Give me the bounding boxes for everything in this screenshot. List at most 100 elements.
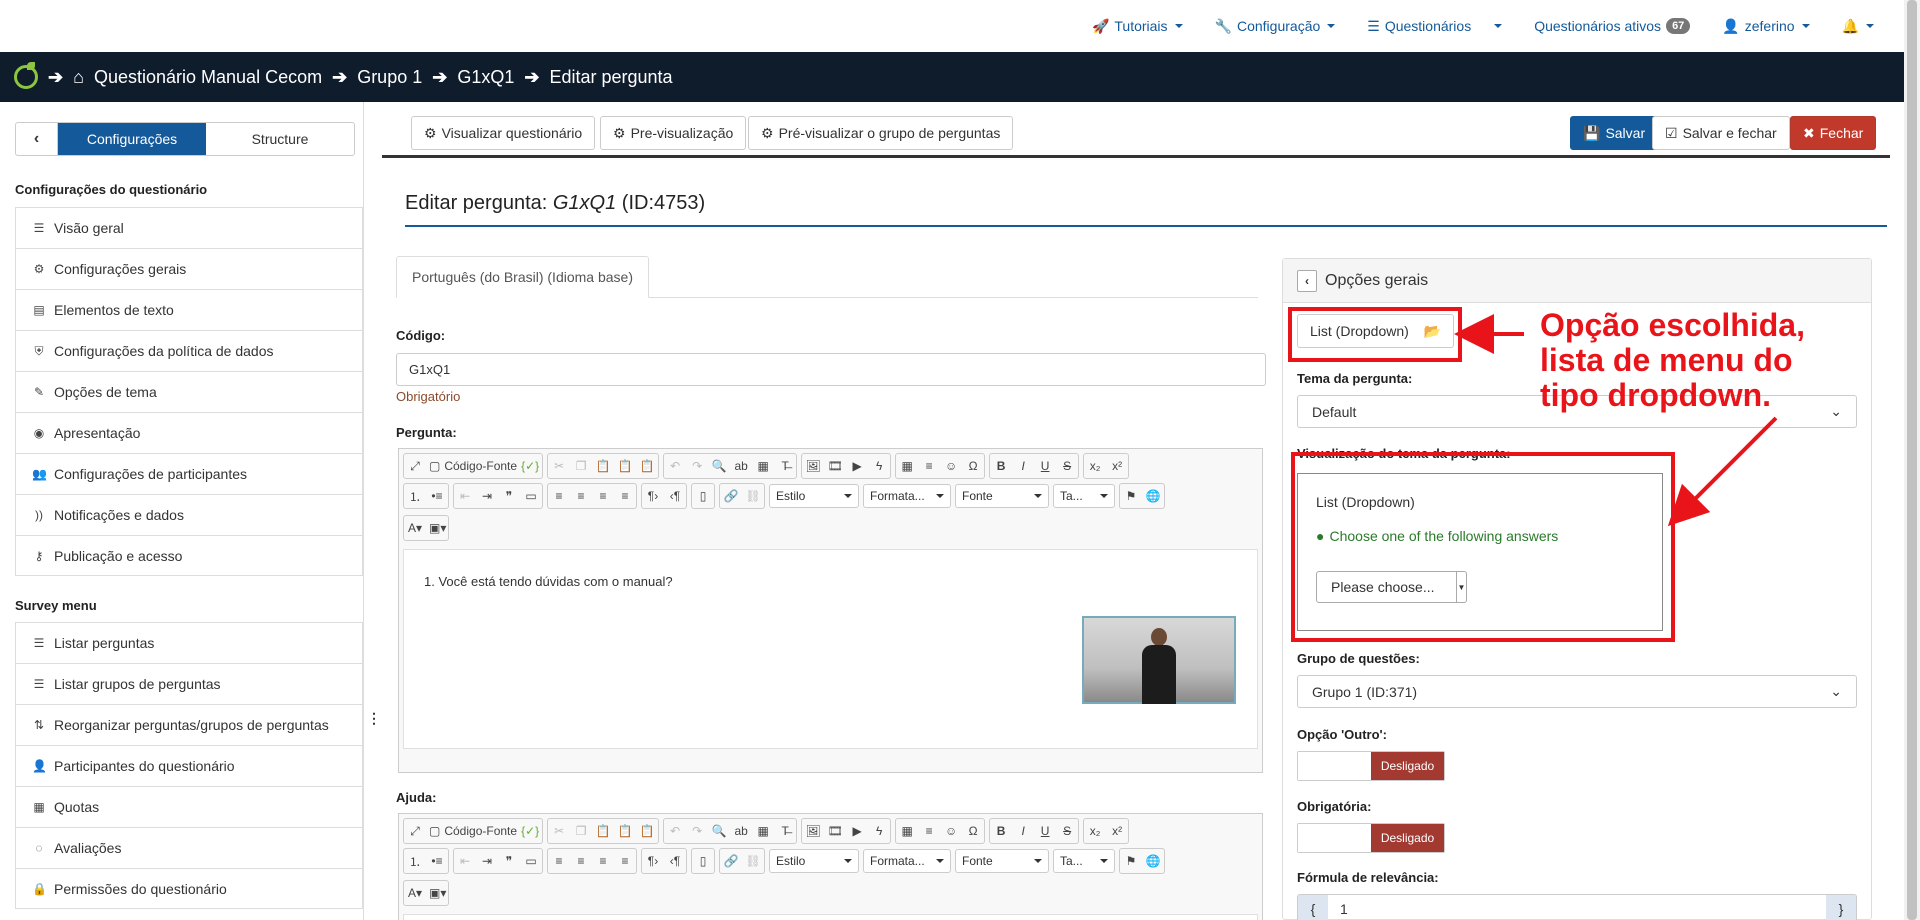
- save-button[interactable]: 💾 Salvar: [1570, 116, 1659, 150]
- sign-language-video[interactable]: [1082, 616, 1236, 704]
- preview-group-button[interactable]: ⚙ Pré-visualizar o grupo de perguntas: [748, 116, 1014, 150]
- superscript-icon[interactable]: x²: [1109, 824, 1125, 838]
- text-color-icon[interactable]: A▾: [407, 886, 423, 900]
- select-all-icon[interactable]: ▦: [755, 459, 771, 473]
- sidebar-item[interactable]: )) Notificações e dados: [15, 494, 363, 535]
- nav-configuracao[interactable]: 🔧 Configuração: [1215, 18, 1336, 35]
- undo-icon[interactable]: ↶: [667, 824, 683, 838]
- sidebar-item[interactable]: ⇅ Reorganizar perguntas/grupos de pergunt…: [15, 704, 363, 745]
- sidebar-item[interactable]: ⛨ Configurações da política de dados: [15, 330, 363, 371]
- blockquote-icon[interactable]: ❞: [501, 489, 517, 503]
- link-icon[interactable]: 🔗: [723, 489, 739, 503]
- other-toggle[interactable]: Desligado: [1297, 751, 1445, 781]
- div-icon[interactable]: ▭: [523, 489, 539, 503]
- strike-icon[interactable]: S: [1059, 459, 1075, 473]
- special-char-icon[interactable]: Ω: [965, 824, 981, 838]
- align-justify-icon[interactable]: ≡: [617, 854, 633, 868]
- sidebar-item[interactable]: 🔒 Permissões do questionário: [15, 868, 363, 909]
- size-select[interactable]: Ta...: [1053, 484, 1115, 508]
- help-editor-content[interactable]: [403, 914, 1258, 920]
- view-survey-button[interactable]: ⚙ Visualizar questionário: [411, 116, 596, 150]
- source-button[interactable]: ▢ Código-Fonte {✓}: [429, 824, 539, 838]
- sidebar-item[interactable]: ◌ Avaliações: [15, 827, 363, 868]
- sidebar-resize-handle[interactable]: ⋮: [367, 710, 381, 727]
- horizontal-rule-icon[interactable]: ≡: [921, 824, 937, 838]
- image-icon[interactable]: 🖼: [805, 459, 821, 473]
- copy-icon[interactable]: ❐: [573, 824, 589, 838]
- bold-icon[interactable]: B: [993, 459, 1009, 473]
- sidebar-item[interactable]: ▦ Quotas: [15, 786, 363, 827]
- tab-structure[interactable]: Structure: [206, 123, 354, 155]
- align-right-icon[interactable]: ≡: [595, 854, 611, 868]
- ltr-icon[interactable]: ¶›: [645, 854, 661, 868]
- font-select[interactable]: Fonte: [955, 484, 1049, 508]
- sidebar-item[interactable]: ◉ Apresentação: [15, 412, 363, 453]
- sidebar-collapse-button[interactable]: ‹: [16, 123, 58, 155]
- paste-word-icon[interactable]: 📋: [639, 824, 655, 838]
- sidebar-item[interactable]: ▤ Elementos de texto: [15, 289, 363, 330]
- sidebar-item[interactable]: ☰ Visão geral: [15, 207, 363, 248]
- cut-icon[interactable]: ✂: [551, 459, 567, 473]
- style-select[interactable]: Estilo: [769, 484, 859, 508]
- numbered-list-icon[interactable]: ⒈: [407, 488, 423, 505]
- nav-questionarios-ativos[interactable]: Questionários ativos 67: [1534, 18, 1691, 34]
- sidebar-item[interactable]: ☰ Listar grupos de perguntas: [15, 663, 363, 704]
- question-editor-content[interactable]: 1. Você está tendo dúvidas com o manual?: [403, 549, 1258, 749]
- unlink-icon[interactable]: ⛓: [745, 489, 761, 503]
- nav-notifications[interactable]: 🔔: [1842, 18, 1874, 35]
- paste-icon[interactable]: 📋: [595, 824, 611, 838]
- blockquote-icon[interactable]: ❞: [501, 854, 517, 868]
- align-center-icon[interactable]: ≡: [573, 854, 589, 868]
- flash-icon[interactable]: ϟ: [871, 824, 887, 838]
- numbered-list-icon[interactable]: ⒈: [407, 853, 423, 870]
- preview-button[interactable]: ⚙ Pre-visualização: [600, 116, 747, 150]
- align-center-icon[interactable]: ≡: [573, 489, 589, 503]
- paste-word-icon[interactable]: 📋: [639, 459, 655, 473]
- group-select[interactable]: Grupo 1 (ID:371) ⌄: [1297, 675, 1857, 708]
- sidebar-item[interactable]: ☰ Listar perguntas: [15, 622, 363, 663]
- paste-text-icon[interactable]: 📋: [617, 824, 633, 838]
- breadcrumb-survey[interactable]: Questionário Manual Cecom: [94, 67, 322, 88]
- align-right-icon[interactable]: ≡: [595, 489, 611, 503]
- source-button[interactable]: ▢ Código-Fonte {✓}: [429, 459, 539, 473]
- strike-icon[interactable]: S: [1059, 824, 1075, 838]
- video-icon[interactable]: 🎞: [827, 824, 843, 838]
- table-icon[interactable]: ▦: [899, 824, 915, 838]
- tab-configuracoes[interactable]: Configurações: [58, 123, 206, 155]
- replace-icon[interactable]: ab: [733, 459, 749, 473]
- find-icon[interactable]: 🔍: [711, 459, 727, 473]
- horizontal-rule-icon[interactable]: ≡: [921, 459, 937, 473]
- ltr-icon[interactable]: ¶›: [645, 489, 661, 503]
- nav-user[interactable]: 👤 zeferino: [1722, 18, 1810, 35]
- align-left-icon[interactable]: ≡: [551, 854, 567, 868]
- paste-icon[interactable]: 📋: [595, 459, 611, 473]
- sidebar-item[interactable]: ⚷ Publicação e acesso: [15, 535, 363, 576]
- page-scrollbar[interactable]: [1904, 0, 1920, 920]
- cut-icon[interactable]: ✂: [551, 824, 567, 838]
- flash-icon[interactable]: ϟ: [871, 459, 887, 473]
- scrollbar-thumb[interactable]: [1907, 0, 1917, 920]
- breadcrumb-group[interactable]: Grupo 1: [357, 67, 422, 88]
- caret-down-icon[interactable]: [1494, 24, 1503, 28]
- bg-color-icon[interactable]: ▣▾: [429, 521, 446, 535]
- nav-tutoriais[interactable]: 🚀 Tutoriais: [1092, 18, 1183, 35]
- flag-icon[interactable]: ⚑: [1123, 489, 1139, 503]
- nav-questionarios[interactable]: ☰ Questionários: [1367, 18, 1503, 35]
- bold-icon[interactable]: B: [993, 824, 1009, 838]
- bg-color-icon[interactable]: ▣▾: [429, 886, 446, 900]
- rtl-icon[interactable]: ‹¶: [667, 489, 683, 503]
- underline-icon[interactable]: U: [1037, 824, 1053, 838]
- sidebar-item[interactable]: ⚙ Configurações gerais: [15, 248, 363, 289]
- indent-icon[interactable]: ⇥: [479, 854, 495, 868]
- template-icon[interactable]: ▯: [695, 854, 711, 868]
- align-left-icon[interactable]: ≡: [551, 489, 567, 503]
- remove-format-icon[interactable]: T̶: [777, 459, 793, 473]
- relevance-input[interactable]: { 1 }: [1297, 894, 1857, 920]
- undo-icon[interactable]: ↶: [667, 459, 683, 473]
- smiley-icon[interactable]: ☺: [943, 459, 959, 473]
- select-all-icon[interactable]: ▦: [755, 824, 771, 838]
- outdent-icon[interactable]: ⇤: [457, 854, 473, 868]
- replace-icon[interactable]: ab: [733, 824, 749, 838]
- redo-icon[interactable]: ↷: [689, 824, 705, 838]
- play-icon[interactable]: ▶: [849, 824, 865, 838]
